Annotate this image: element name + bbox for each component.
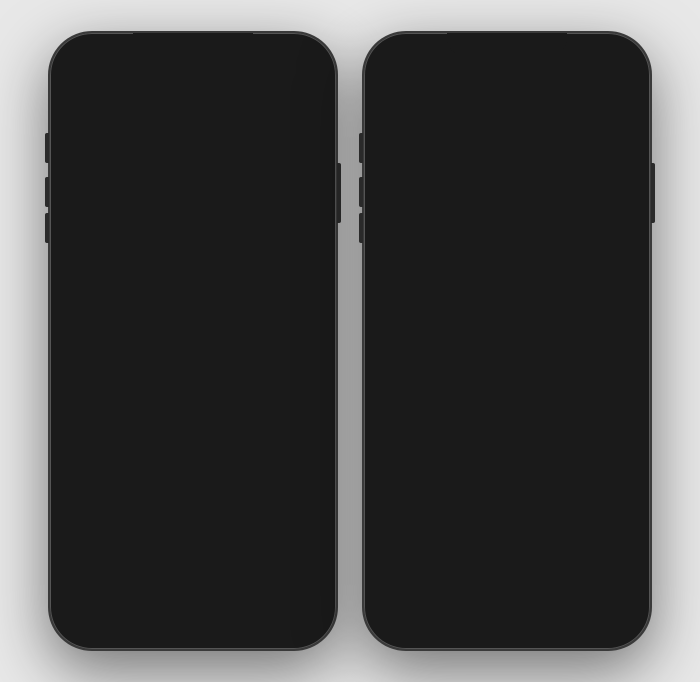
status-icons-left: ▲ wifi bbox=[233, 63, 308, 75]
signal-right bbox=[560, 64, 575, 74]
nav-photos-label-left: Photos bbox=[79, 624, 107, 634]
tab-years-right[interactable]: Years bbox=[386, 559, 436, 581]
tab-allphotos-left[interactable]: All Photos bbox=[242, 552, 314, 588]
status-time-right: 3:43 bbox=[392, 61, 416, 75]
photo-title-right: Jun 15 Santa Cruz Beach Boardwalk bbox=[388, 83, 532, 117]
photo-beach-pier-left[interactable] bbox=[149, 363, 326, 453]
tab-days-left[interactable]: Days bbox=[190, 559, 239, 581]
photo-right-col bbox=[552, 373, 640, 543]
nav-search-right[interactable]: Search bbox=[581, 596, 634, 638]
time-tabs-left: Years Months Days All Photos bbox=[60, 544, 326, 592]
photo-header-left: Sunday Monterey Select ··· bbox=[60, 79, 326, 125]
row2-left bbox=[60, 263, 326, 363]
nav-photos-label-right: Photos bbox=[393, 624, 421, 634]
status-bar-right: 3:43 ▲ wifi bbox=[374, 43, 640, 79]
location-icon-right: ▲ bbox=[547, 64, 556, 74]
tab-days-right[interactable]: Days bbox=[504, 559, 553, 581]
select-button-right[interactable]: Select bbox=[541, 85, 596, 105]
home-indicator-left bbox=[143, 629, 243, 633]
tab-years-left[interactable]: Years bbox=[72, 559, 122, 581]
nav-photos-right[interactable]: Photos bbox=[381, 596, 433, 638]
row3-left bbox=[60, 363, 326, 453]
photos-icon-left bbox=[82, 600, 104, 622]
photo-title-left: Sunday Monterey bbox=[74, 83, 146, 117]
phone-left: 3:43 ▲ wifi bbox=[48, 31, 338, 651]
wifi-icon-right: wifi bbox=[579, 63, 597, 75]
select-button-left[interactable]: Select bbox=[227, 85, 282, 105]
photo-fish-left[interactable] bbox=[60, 263, 149, 363]
nav-search-label-right: Search bbox=[593, 624, 622, 634]
location-icon-left: ▲ bbox=[233, 64, 242, 74]
albums-icon-right bbox=[530, 600, 552, 622]
nav-photos-left[interactable]: Photos bbox=[67, 596, 119, 638]
video-duration-left: 0:10 bbox=[296, 247, 322, 259]
search-icon-left bbox=[282, 600, 304, 622]
tab-months-left[interactable]: Months bbox=[126, 559, 185, 581]
nav-search-label-left: Search bbox=[279, 624, 308, 634]
photo-people-right[interactable] bbox=[552, 458, 640, 543]
search-icon-right bbox=[596, 600, 618, 622]
time-tabs-right: Years Months Days All Photos bbox=[374, 544, 640, 592]
signal-left bbox=[246, 64, 261, 74]
tab-allphotos-right[interactable]: All Photos bbox=[556, 552, 628, 588]
row3-right bbox=[374, 373, 640, 543]
more-button-right[interactable]: ··· bbox=[602, 83, 626, 107]
photo-coral-left[interactable] bbox=[149, 263, 238, 363]
battery-left bbox=[287, 65, 308, 74]
nav-search-left[interactable]: Search bbox=[267, 596, 320, 638]
phone-right: 3:43 ▲ wifi bbox=[362, 31, 652, 651]
battery-right bbox=[601, 65, 622, 74]
home-indicator-right bbox=[457, 629, 557, 633]
bottom-tabs-right: Years Months Days All Photos Photos bbox=[374, 543, 640, 639]
foryou-icon-left bbox=[148, 600, 170, 622]
photo-beach-bottom-left[interactable] bbox=[60, 453, 326, 543]
header-buttons-left: Select ··· bbox=[227, 83, 312, 107]
header-buttons-right: Select ··· bbox=[541, 83, 626, 107]
photo-grid-left: 0:10 Sunday Monterey Select ··· bbox=[60, 43, 326, 543]
photo-beach-sand-left[interactable] bbox=[60, 363, 149, 453]
tab-months-right[interactable]: Months bbox=[440, 559, 499, 581]
photo-grid-right: Jun 15 Santa Cruz Beach Boardwalk Select… bbox=[374, 43, 640, 543]
status-icons-right: ▲ wifi bbox=[547, 63, 622, 75]
photo-header-right: Jun 15 Santa Cruz Beach Boardwalk Select… bbox=[374, 79, 640, 125]
row4-left bbox=[60, 453, 326, 543]
bottom-tabs-left: Years Months Days All Photos Photos bbox=[60, 543, 326, 639]
photos-icon-right bbox=[396, 600, 418, 622]
status-bar-left: 3:43 ▲ wifi bbox=[60, 43, 326, 79]
photo-beach2-right[interactable] bbox=[551, 273, 640, 373]
albums-icon-left bbox=[216, 600, 238, 622]
screen-left: 3:43 ▲ wifi bbox=[60, 43, 326, 639]
row2-right bbox=[374, 273, 640, 373]
status-time-left: 3:43 bbox=[78, 61, 102, 75]
screen-right: 3:43 ▲ wifi bbox=[374, 43, 640, 639]
foryou-icon-right bbox=[462, 600, 484, 622]
more-button-left[interactable]: ··· bbox=[288, 83, 312, 107]
wifi-icon-left: wifi bbox=[265, 63, 283, 75]
